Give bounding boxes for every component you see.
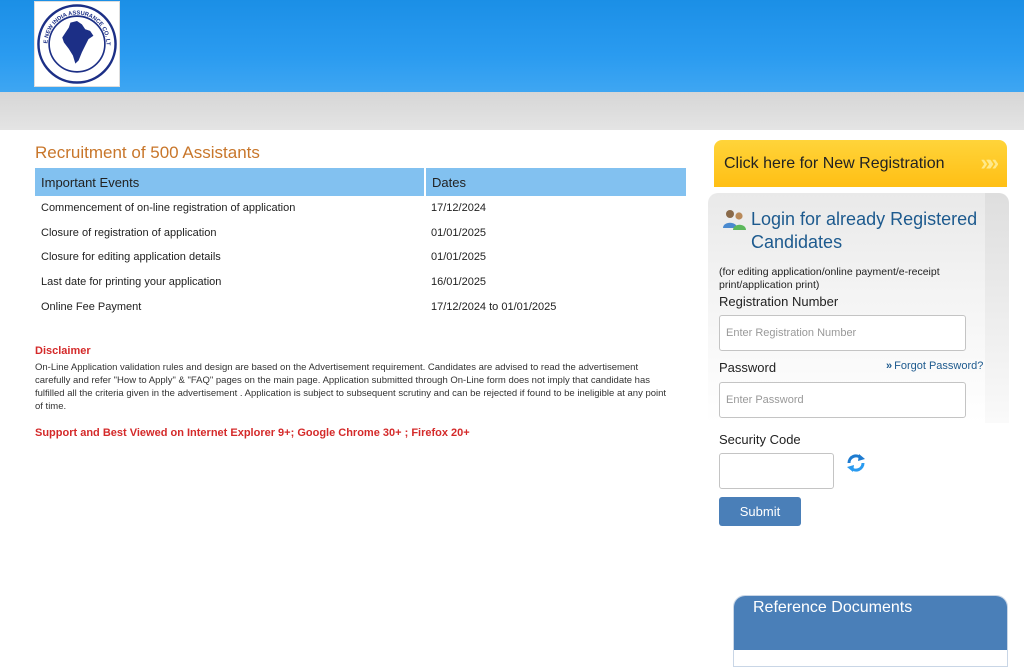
- event-cell: Closure for editing application details: [41, 251, 221, 264]
- registration-number-input[interactable]: [719, 315, 966, 351]
- users-icon: [723, 210, 746, 230]
- table-row: Closure for editing application details …: [35, 245, 686, 270]
- event-cell: Closure of registration of application: [41, 226, 217, 239]
- reference-documents-panel: Reference Documents: [733, 595, 1008, 667]
- forgot-password-link[interactable]: » Forgot Password?: [886, 360, 983, 372]
- reference-documents-title: Reference Documents: [734, 596, 1007, 650]
- refresh-icon[interactable]: [845, 452, 867, 474]
- new-registration-label: Click here for New Registration: [724, 154, 945, 172]
- table-row: Online Fee Payment 17/12/2024 to 01/01/2…: [35, 294, 686, 319]
- submit-button[interactable]: Submit: [719, 497, 801, 526]
- security-code-input[interactable]: [719, 453, 834, 489]
- new-registration-button[interactable]: Click here for New Registration »»: [714, 140, 1007, 187]
- table-row: Last date for printing your application …: [35, 270, 686, 295]
- event-cell: Last date for printing your application: [41, 276, 222, 289]
- navigation-bar: [0, 92, 1024, 130]
- browser-support-note: Support and Best Viewed on Internet Expl…: [35, 427, 470, 439]
- important-events-table: Important Events Dates Commencement of o…: [35, 168, 686, 319]
- company-logo[interactable]: THE NEW INDIA ASSURANCE CO. LTD.: [34, 1, 120, 87]
- page-title: Recruitment of 500 Assistants: [35, 143, 260, 162]
- date-cell: 17/12/2024: [431, 202, 487, 215]
- date-cell: 01/01/2025: [431, 226, 487, 239]
- security-code-label: Security Code: [719, 432, 801, 447]
- event-cell: Commencement of on-line registration of …: [41, 202, 296, 215]
- date-cell: 17/12/2024 to 01/01/2025: [431, 300, 557, 313]
- table-row: Commencement of on-line registration of …: [35, 196, 686, 221]
- forgot-password-label: Forgot Password?: [894, 360, 984, 372]
- new-india-assurance-logo-icon: THE NEW INDIA ASSURANCE CO. LTD.: [36, 3, 117, 84]
- column-header-events: Important Events: [35, 168, 426, 196]
- event-cell: Online Fee Payment: [41, 300, 142, 313]
- registration-number-label: Registration Number: [719, 294, 839, 309]
- date-cell: 01/01/2025: [431, 251, 487, 264]
- login-title: Login for already Registered Candidates: [751, 209, 978, 252]
- column-header-dates: Dates: [425, 168, 686, 196]
- login-note: (for editing application/online payment/…: [719, 266, 940, 291]
- disclaimer-heading: Disclaimer: [35, 345, 91, 357]
- disclaimer-text: On-Line Application validation rules and…: [35, 362, 667, 412]
- password-label: Password: [719, 360, 777, 375]
- double-chevron-right-icon: »»: [980, 150, 1000, 175]
- table-header-row: Important Events Dates: [35, 168, 686, 196]
- password-input[interactable]: [719, 382, 966, 418]
- table-row: Closure of registration of application 0…: [35, 221, 686, 246]
- date-cell: 16/01/2025: [431, 276, 487, 289]
- site-header: THE NEW INDIA ASSURANCE CO. LTD.: [0, 0, 1024, 92]
- double-chevron-right-icon: »: [886, 360, 892, 372]
